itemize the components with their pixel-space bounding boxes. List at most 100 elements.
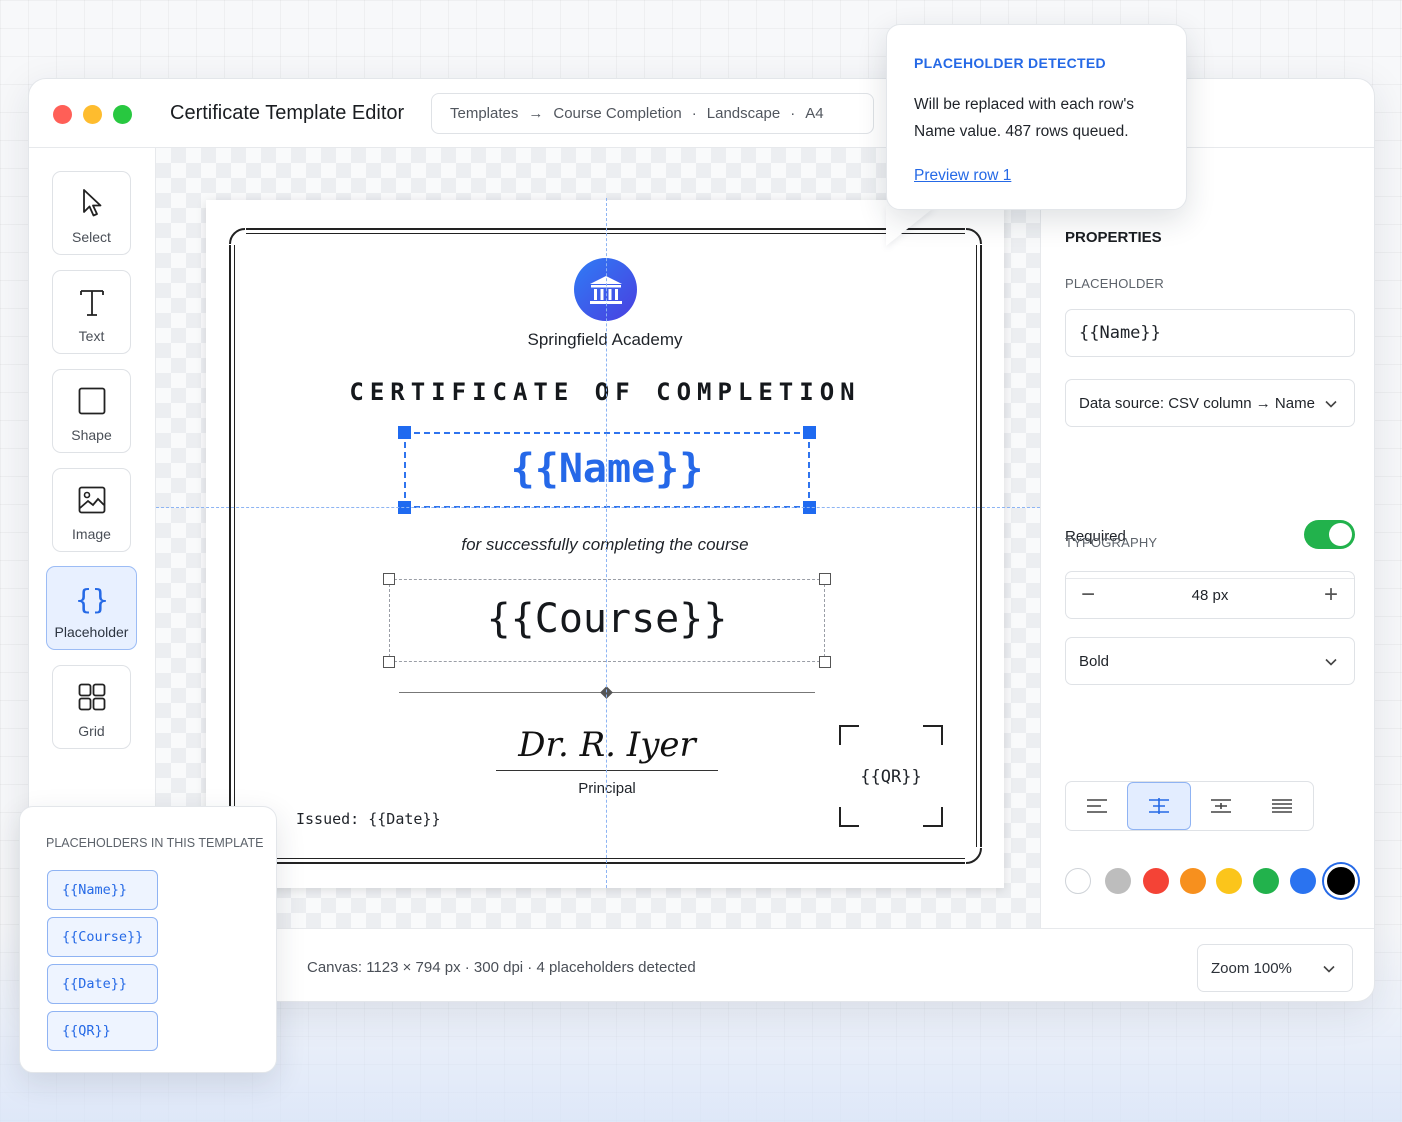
chevron-down-icon: [1325, 400, 1337, 408]
image-icon: [78, 486, 105, 514]
preview-row-link[interactable]: Preview row 1: [914, 167, 1011, 185]
tool-placeholder[interactable]: {} Placeholder: [46, 566, 137, 650]
properties-panel: PROPERTIES PLACEHOLDER {{Name}} Data sou…: [1040, 148, 1374, 928]
breadcrumb-a4: A4: [805, 105, 824, 122]
signature-line: [496, 770, 718, 771]
tool-grid-label: Grid: [78, 723, 105, 739]
tool-placeholder-label: Placeholder: [54, 624, 129, 640]
certificate-title[interactable]: CERTIFICATE OF COMPLETION: [206, 378, 1004, 406]
zoom-select[interactable]: Zoom 100%: [1197, 944, 1353, 992]
tool-shape[interactable]: Shape: [52, 369, 131, 453]
qr-corner: [839, 725, 859, 745]
border-ornament: [965, 227, 983, 245]
name-placeholder[interactable]: {{Name}}: [406, 446, 808, 492]
resize-handle[interactable]: [383, 656, 395, 668]
resize-handle[interactable]: [383, 573, 395, 585]
chevron-down-icon: [1323, 965, 1335, 973]
course-placeholder-box[interactable]: {{Course}}: [383, 573, 831, 668]
color-swatch-white[interactable]: [1065, 868, 1091, 894]
certificate-sheet[interactable]: Springfield Academy CERTIFICATE OF COMPL…: [206, 200, 1004, 888]
placeholder-chip-qr[interactable]: {{QR}}: [47, 1011, 158, 1051]
color-swatches: [1065, 864, 1365, 898]
tool-text-label: Text: [78, 328, 105, 344]
tool-grid[interactable]: Grid: [52, 665, 131, 749]
canvas-info: Canvas: 1123 × 794 px · 300 dpi · 4 plac…: [307, 959, 696, 976]
align-middle-button[interactable]: [1191, 782, 1252, 830]
qr-corner: [923, 725, 943, 745]
cursor-icon: [82, 189, 101, 217]
resize-handle[interactable]: [398, 426, 411, 439]
signer-role[interactable]: Principal: [496, 780, 718, 797]
tool-image-label: Image: [72, 526, 111, 542]
plus-icon[interactable]: +: [1324, 583, 1338, 607]
text-icon: [79, 290, 104, 316]
grid-icon: [78, 683, 105, 711]
border-ornament: [965, 847, 983, 865]
data-source-select[interactable]: Data source: CSV column → Name: [1065, 379, 1355, 427]
minimize-window-button[interactable]: [83, 105, 102, 124]
qr-corner: [923, 807, 943, 827]
align-justify-button[interactable]: [1252, 782, 1313, 830]
color-swatch-red[interactable]: [1143, 868, 1169, 894]
qr-corner: [839, 807, 859, 827]
resize-handle[interactable]: [803, 426, 816, 439]
course-placeholder[interactable]: {{Course}}: [390, 596, 824, 642]
qr-placeholder-box[interactable]: {{QR}}: [839, 725, 943, 827]
required-toggle[interactable]: [1304, 520, 1355, 549]
close-window-button[interactable]: [53, 105, 72, 124]
svg-text:{}: {}: [75, 583, 109, 616]
zoom-value: Zoom 100%: [1211, 959, 1292, 977]
tool-image[interactable]: Image: [52, 468, 131, 552]
align-left-button[interactable]: [1066, 782, 1127, 830]
placeholder-chip-date[interactable]: {{Date}}: [47, 964, 158, 1004]
color-swatch-gray[interactable]: [1105, 868, 1131, 894]
canvas-area[interactable]: Springfield Academy CERTIFICATE OF COMPL…: [156, 148, 1040, 928]
tooltip-pointer: [886, 206, 936, 246]
breadcrumb-templates[interactable]: Templates: [450, 105, 518, 122]
issued-date-field[interactable]: Issued: {{Date}}: [296, 810, 441, 828]
typography-section-label: TYPOGRAPHY: [1065, 535, 1158, 550]
signature[interactable]: Dr. R. Iyer: [496, 725, 718, 765]
resize-handle[interactable]: [819, 573, 831, 585]
tool-text[interactable]: Text: [52, 270, 131, 354]
data-source-value: Data source: CSV column → Name: [1079, 394, 1315, 412]
certificate-subtitle[interactable]: for successfully completing the course: [206, 535, 1004, 555]
align-center-button[interactable]: [1127, 782, 1191, 830]
name-placeholder-selection[interactable]: {{Name}}: [398, 426, 816, 514]
breadcrumb-course-completion[interactable]: Course Completion: [553, 105, 681, 122]
breadcrumb-arrow: →: [528, 105, 544, 122]
font-size-stepper[interactable]: − 48 px +: [1065, 571, 1355, 619]
color-swatch-blue[interactable]: [1290, 868, 1316, 894]
resize-handle[interactable]: [819, 656, 831, 668]
popover-title: PLACEHOLDER DETECTED: [914, 55, 1106, 71]
placeholder-chip-name[interactable]: {{Name}}: [47, 870, 158, 910]
color-swatch-green[interactable]: [1253, 868, 1279, 894]
properties-title: PROPERTIES: [1065, 229, 1162, 246]
chevron-down-icon: [1325, 658, 1337, 666]
app-title: Certificate Template Editor: [170, 102, 405, 124]
breadcrumb-separator: ·: [691, 105, 697, 122]
toggle-knob: [1329, 523, 1352, 546]
vertical-center-guide: [606, 198, 607, 888]
font-size-value: 48 px: [1191, 586, 1229, 604]
text-align-group: [1065, 781, 1314, 831]
font-weight-value: Bold: [1079, 652, 1110, 670]
font-weight-select[interactable]: Bold: [1065, 637, 1355, 685]
color-swatch-yellow[interactable]: [1216, 868, 1242, 894]
breadcrumb: Templates → Course Completion · Landscap…: [431, 93, 874, 134]
color-swatch-orange[interactable]: [1180, 868, 1206, 894]
status-bar: Canvas: 1123 × 794 px · 300 dpi · 4 plac…: [156, 928, 1374, 1001]
align-center-icon: [1148, 798, 1169, 814]
org-name[interactable]: Springfield Academy: [206, 330, 1004, 350]
color-swatch-black-selected[interactable]: [1324, 864, 1358, 898]
qr-placeholder: {{QR}}: [860, 767, 922, 787]
maximize-window-button[interactable]: [113, 105, 132, 124]
placeholder-chip-course[interactable]: {{Course}}: [47, 917, 158, 957]
popover-body: Will be replaced with each row's Name va…: [914, 96, 1135, 140]
placeholder-section-label: PLACEHOLDER: [1065, 276, 1165, 291]
braces-icon: {}: [75, 583, 109, 616]
tool-select[interactable]: Select: [52, 171, 131, 255]
tool-shape-label: Shape: [71, 427, 112, 443]
border-ornament: [228, 227, 246, 245]
placeholder-input[interactable]: {{Name}}: [1065, 309, 1355, 357]
